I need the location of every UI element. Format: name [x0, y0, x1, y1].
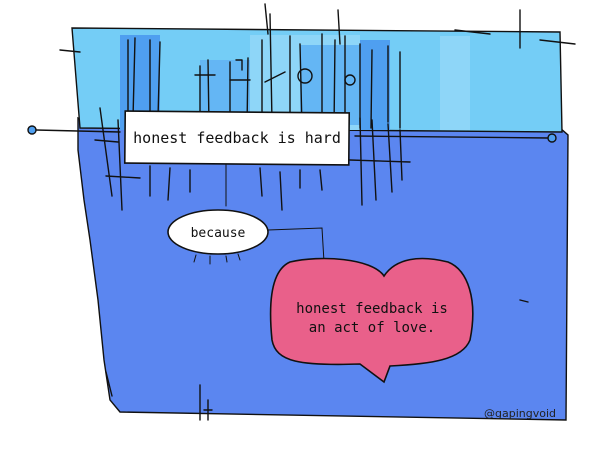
cartoon-illustration: honest feedback is hard because honest f…: [27, 3, 576, 421]
heart-text-line1: honest feedback is: [296, 301, 448, 317]
top-box-text: honest feedback is hard: [133, 129, 341, 147]
because-text: because: [191, 226, 246, 241]
right-node-icon: [547, 133, 557, 143]
signature: @gapingvoid: [484, 407, 556, 420]
heart-text-line2: an act of love.: [309, 320, 435, 336]
left-node-icon: [27, 125, 37, 135]
